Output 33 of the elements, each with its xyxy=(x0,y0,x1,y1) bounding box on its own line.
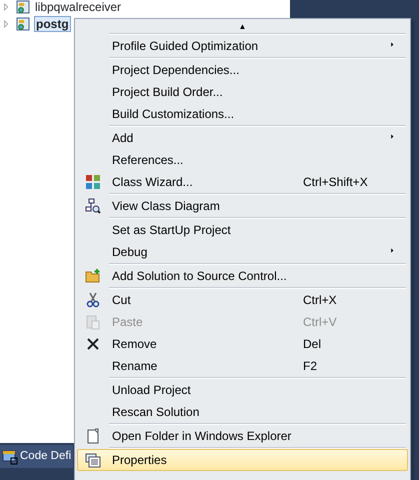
menu-item[interactable]: Unload Project xyxy=(77,379,408,401)
class-wizard-icon xyxy=(85,174,101,190)
scissors-icon xyxy=(85,292,101,308)
menu-item[interactable]: Profile Guided Optimization xyxy=(77,35,408,57)
project-icon xyxy=(15,16,31,32)
scroll-up-button[interactable]: ▲ xyxy=(77,21,408,33)
close-icon xyxy=(85,336,101,352)
menu-item[interactable]: Project Dependencies... xyxy=(77,59,408,81)
menu-item[interactable]: View Class Diagram xyxy=(77,195,408,217)
paste-icon xyxy=(85,314,101,330)
menu-item[interactable]: Remove Del xyxy=(77,333,408,355)
menu-item[interactable]: References... xyxy=(77,149,408,171)
window-icon xyxy=(2,448,18,465)
menu-item[interactable]: Add Solution to Source Control... xyxy=(77,265,408,287)
menu-item[interactable]: Rescan Solution xyxy=(77,401,408,423)
folder-plus-icon xyxy=(85,268,101,284)
magnifier-diagram-icon xyxy=(85,198,101,214)
code-definition-tab[interactable]: Code Defi xyxy=(0,445,74,468)
project-icon xyxy=(15,0,31,14)
menu-item[interactable]: Cut Ctrl+X xyxy=(77,289,408,311)
menu-item[interactable]: Project Build Order... xyxy=(77,81,408,103)
properties-icon xyxy=(85,452,101,468)
menu-item[interactable]: Rename F2 xyxy=(77,355,408,377)
tree-item[interactable]: libpqwalreceiver xyxy=(34,0,122,14)
tree-item[interactable]: postg xyxy=(34,16,71,32)
menu-item[interactable]: Set as StartUp Project xyxy=(77,219,408,241)
menu-item[interactable]: Debug xyxy=(77,241,408,263)
menu-item[interactable]: Open Folder in Windows Explorer xyxy=(77,425,408,447)
menu-item[interactable]: Add xyxy=(77,127,408,149)
menu-item[interactable]: Build Customizations... xyxy=(77,103,408,125)
menu-item[interactable]: Properties xyxy=(77,449,408,471)
document-icon xyxy=(85,428,101,444)
menu-item[interactable]: Class Wizard... Ctrl+Shift+X xyxy=(77,171,408,193)
